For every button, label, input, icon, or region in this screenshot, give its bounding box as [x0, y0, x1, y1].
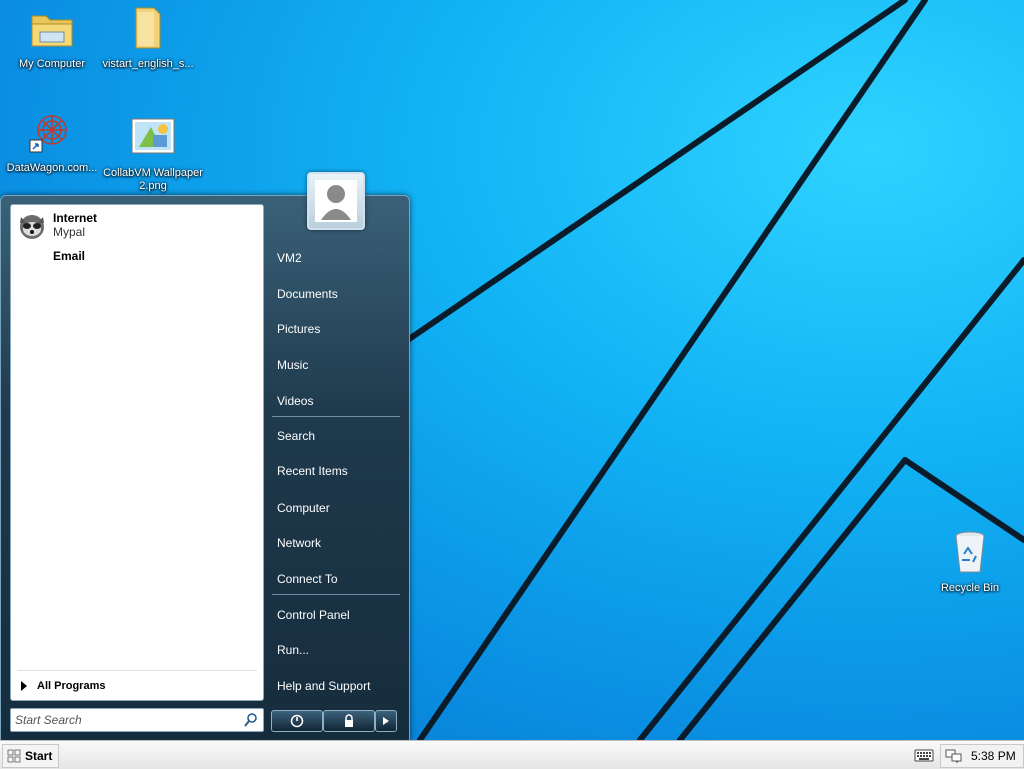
start-menu: Internet Mypal Email All Programs VM2 Do…: [0, 172, 410, 742]
taskbar: Start 5:38 PM: [0, 740, 1024, 769]
desktop-icon-label: My Computer: [18, 58, 86, 70]
folder-icon: [135, 7, 161, 49]
pinned-item-title: Internet: [53, 211, 98, 225]
place-network[interactable]: Network: [272, 530, 405, 556]
place-help-and-support[interactable]: Help and Support: [272, 673, 405, 699]
folder-icon: [31, 15, 73, 47]
network-icon[interactable]: [945, 748, 963, 764]
place-documents[interactable]: Documents: [272, 281, 405, 307]
pinned-item-title: Email: [53, 249, 86, 263]
arrow-right-icon: [21, 681, 27, 691]
place-computer[interactable]: Computer: [272, 495, 405, 521]
divider: [272, 594, 400, 595]
image-file-icon: [131, 118, 175, 154]
datawagon-shortcut-icon: [29, 115, 67, 153]
desktop-icon-label: vistart_english_s...: [102, 58, 194, 70]
all-programs-label: All Programs: [37, 680, 106, 692]
mypal-raccoon-icon: [20, 215, 44, 239]
divider: [272, 416, 400, 417]
pinned-item-email[interactable]: Email: [53, 249, 85, 263]
keyboard-icon[interactable]: [914, 747, 934, 763]
pinned-item-internet[interactable]: Internet Mypal: [17, 211, 97, 241]
lock-button[interactable]: [323, 710, 375, 732]
system-tray: 5:38 PM: [940, 744, 1024, 768]
all-programs-button[interactable]: All Programs: [21, 680, 105, 692]
place-user-folder[interactable]: VM2: [272, 245, 405, 271]
place-connect-to[interactable]: Connect To: [272, 566, 405, 592]
place-control-panel[interactable]: Control Panel: [272, 602, 405, 628]
desktop-icon-label: CollabVM Wallpaper 2.png: [103, 167, 203, 192]
desktop-icon-my-computer[interactable]: My Computer: [2, 4, 102, 71]
divider: [17, 670, 257, 671]
place-pictures[interactable]: Pictures: [272, 316, 405, 342]
place-recent-items[interactable]: Recent Items: [272, 458, 405, 484]
place-music[interactable]: Music: [272, 352, 405, 378]
pinned-item-subtitle: Mypal: [53, 225, 86, 239]
desktop-icon-label: DataWagon.com...: [6, 162, 98, 174]
start-button-label: Start: [25, 749, 53, 763]
places-pane: VM2 Documents Pictures Music Videos Sear…: [266, 196, 406, 706]
shutdown-options-button[interactable]: [375, 710, 397, 732]
start-button[interactable]: Start: [2, 744, 60, 768]
recycle-bin-icon: [955, 531, 985, 573]
lock-icon: [345, 714, 353, 727]
desktop-icon-recycle-bin[interactable]: Recycle Bin: [920, 528, 1020, 595]
desktop-icon-label: Recycle Bin: [940, 582, 1000, 594]
arrow-right-icon: [383, 717, 389, 725]
place-videos[interactable]: Videos: [272, 388, 405, 414]
start-search-input[interactable]: [11, 710, 243, 730]
place-search[interactable]: Search: [272, 423, 405, 449]
desktop-icon-datawagon[interactable]: DataWagon.com...: [2, 108, 102, 175]
windows-logo-icon: [7, 749, 21, 763]
desktop-icon-collabvm-wallpaper[interactable]: CollabVM Wallpaper 2.png: [103, 113, 203, 193]
power-icon: [290, 714, 304, 728]
pinned-programs-pane: Internet Mypal Email All Programs: [10, 204, 264, 701]
search-icon[interactable]: [243, 712, 259, 728]
desktop-icon-vistart-folder[interactable]: vistart_english_s...: [98, 4, 198, 71]
place-run[interactable]: Run...: [272, 637, 405, 663]
start-search-box[interactable]: [10, 708, 264, 732]
power-button[interactable]: [271, 710, 323, 732]
clock[interactable]: 5:38 PM: [971, 749, 1016, 763]
